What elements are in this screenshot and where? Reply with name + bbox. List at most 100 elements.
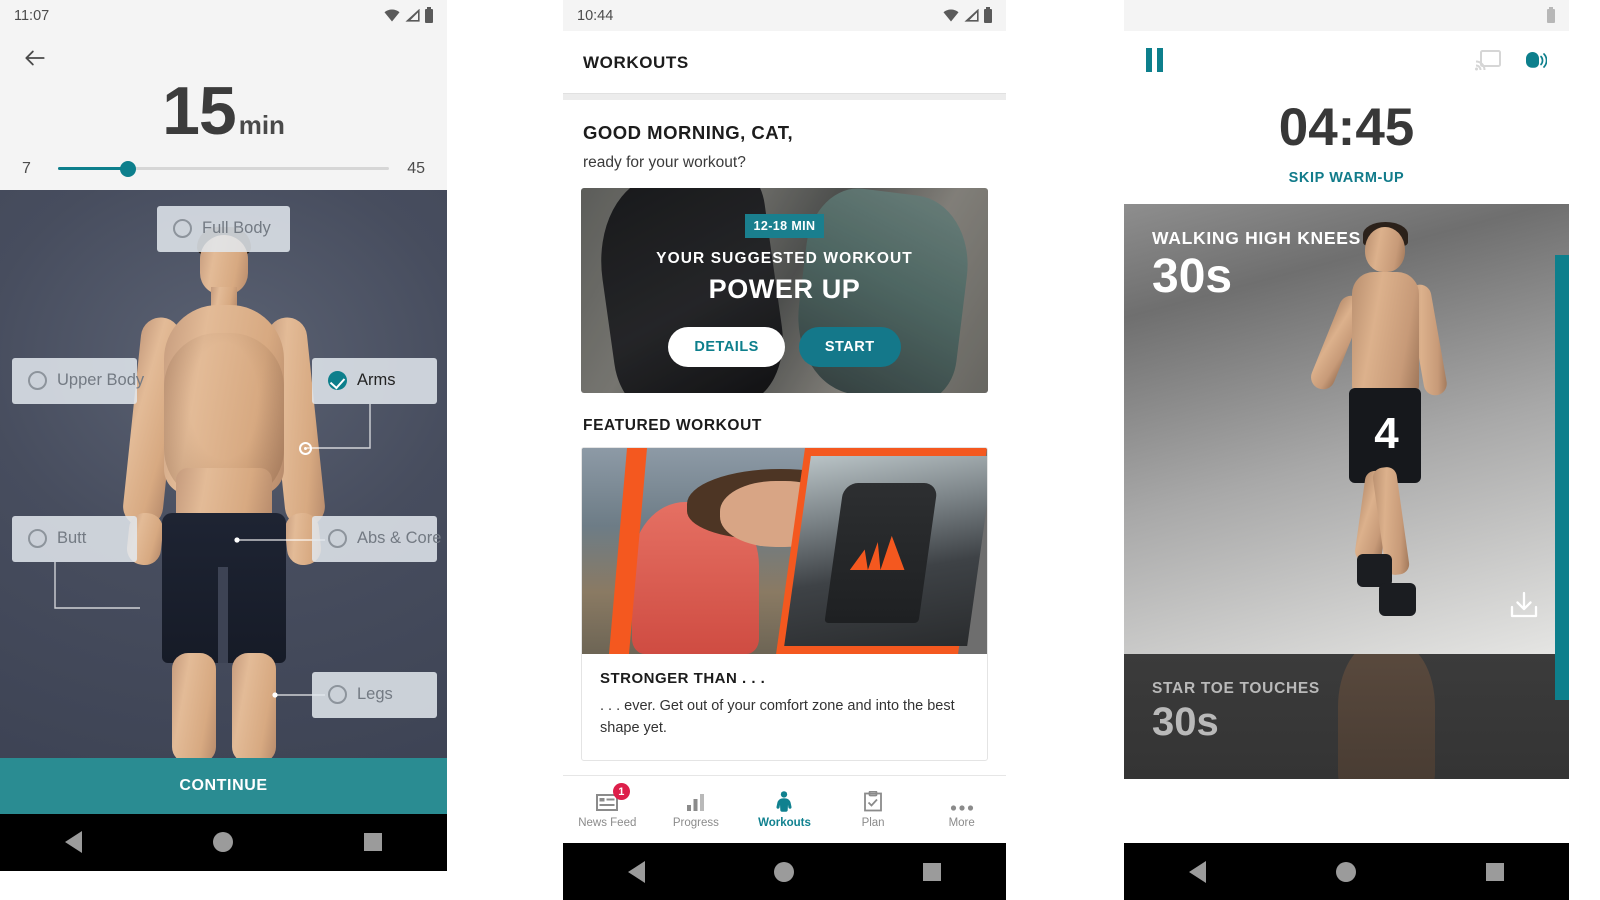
news-feed-icon: 1 [595,783,630,812]
signal-icon [964,9,979,22]
duration-unit: min [238,110,285,140]
duration-picker-header: 15 min 7 45 [0,31,447,190]
exercise-card-current[interactable]: 4 WALKING HIGH KNEES 30s [1124,204,1569,654]
player-toolbar [1124,31,1569,89]
workout-progress-bar [1555,255,1569,700]
tab-more[interactable]: More [917,790,1006,829]
bodypart-chip-legs[interactable]: Legs [312,671,437,718]
bodypart-label: Upper Body [57,371,145,390]
exercise-name: STAR TOE TOUCHES [1152,680,1320,697]
greeting-block: GOOD MORNING, CAT, ready for your workou… [563,100,1006,172]
section-divider [563,93,1006,100]
tab-workouts[interactable]: Workouts [740,790,829,829]
slider-fill [58,167,128,171]
wifi-icon [384,9,400,22]
battery-icon [984,6,992,23]
next-athlete-figure [1337,654,1436,779]
featured-photo-tank [823,482,939,623]
status-bar [1124,0,1569,31]
exercise-duration: 30s [1152,250,1233,303]
nav-home-icon[interactable] [1336,861,1356,882]
pause-icon[interactable] [1146,48,1163,72]
bodypart-label: Full Body [202,219,271,238]
check-circle-icon [328,371,347,391]
featured-photo-right [775,448,987,654]
back-button[interactable] [0,31,447,75]
skip-warmup-button[interactable]: SKIP WARM-UP [1124,170,1569,186]
exercise-list: 4 WALKING HIGH KNEES 30s STAR TOE TOUCHE… [1124,204,1569,779]
details-button[interactable]: DETAILS [668,327,785,367]
start-button[interactable]: START [798,327,901,367]
status-time: 10:44 [577,7,614,24]
continue-label: CONTINUE [179,776,268,794]
nav-home-icon[interactable] [773,861,794,882]
slider-thumb[interactable] [119,160,136,177]
nav-recents-icon[interactable] [923,862,942,881]
bodypart-label: Abs & Core [357,529,442,548]
radio-icon [28,371,47,391]
page-title: WORKOUTS [563,31,1006,93]
download-icon[interactable] [1507,591,1541,626]
greeting-title: GOOD MORNING, CAT, [583,122,794,143]
bodypart-chip-upper-body[interactable]: Upper Body [12,357,144,404]
status-bar: 11:07 [0,0,447,31]
nav-back-icon[interactable] [1189,860,1206,883]
tab-progress[interactable]: Progress [652,790,741,829]
bodypart-label: Arms [357,371,396,390]
bodypart-label: Legs [357,685,393,704]
battery-icon [1547,6,1555,23]
nav-home-icon[interactable] [212,832,233,853]
featured-photo-right-inner [784,456,987,646]
exercise-duration: 30s [1152,700,1219,744]
bodypart-chip-arms[interactable]: Arms [312,357,437,404]
nav-back-icon[interactable] [627,860,645,883]
bottom-tab-bar: 1 News Feed Progress Workouts Plan More [563,775,1006,843]
android-nav-bar [563,843,1006,900]
radio-icon [28,529,47,549]
suggested-superlabel: YOUR SUGGESTED WORKOUT [656,250,913,267]
arms-anchor-dot [299,441,312,455]
warmup-timer: 04:45 SKIP WARM-UP [1124,89,1569,204]
bodypart-chip-butt[interactable]: Butt [12,515,137,562]
athlete-torso [1351,272,1419,397]
greeting-subtitle: ready for your workout? [583,154,746,171]
continue-button[interactable]: CONTINUE [0,757,447,814]
tab-news-feed[interactable]: 1 News Feed [563,783,652,829]
duration-slider[interactable] [58,158,389,180]
back-arrow-icon [25,50,45,66]
bar-chart-icon [686,790,706,812]
rep-counter: 4 [1374,408,1399,458]
tab-label: Plan [861,817,885,829]
status-icons [384,6,433,23]
radio-icon [173,219,192,239]
duration-display: 15 min [0,75,447,158]
status-time: 11:07 [14,7,50,24]
exercise-overlay-current: WALKING HIGH KNEES 30s [1152,228,1361,301]
exercise-card-next[interactable]: STAR TOE TOUCHES 30s [1124,654,1569,779]
phone-screen-workouts: 10:44 WORKOUTS GOOD MORNING, CAT, ready … [563,0,1006,900]
duration-slider-row: 7 45 [0,158,447,180]
bodypart-label: Butt [57,529,87,548]
body-part-selector: Full Body Upper Body Arms Butt Abs & Cor… [0,189,447,758]
nav-recents-icon[interactable] [1486,862,1504,881]
duration-badge: 12-18 MIN [744,214,825,238]
tab-label: News Feed [578,817,637,829]
cast-icon[interactable] [1475,49,1501,71]
clipboard-check-icon [864,790,882,812]
battery-icon [425,6,433,23]
tab-plan[interactable]: Plan [829,790,918,829]
voice-coach-icon[interactable] [1523,50,1547,71]
nav-recents-icon[interactable] [363,833,382,852]
tab-label: Workouts [758,817,811,829]
exercise-overlay-next: STAR TOE TOUCHES 30s [1152,680,1320,742]
radio-icon [328,685,347,705]
timer-value: 04:45 [1278,98,1415,157]
suggested-workout-card[interactable]: 12-18 MIN YOUR SUGGESTED WORKOUT POWER U… [581,188,988,393]
screenshot-stage: 11:07 15 min 7 45 Full Body Upper Body A… [0,0,1600,900]
featured-card-body: STRONGER THAN . . . . . . ever. Get out … [582,654,987,760]
exercise-name: WALKING HIGH KNEES [1152,228,1361,248]
bodypart-chip-abs-core[interactable]: Abs & Core [312,515,441,562]
bodypart-chip-full-body[interactable]: Full Body [157,205,290,252]
nav-back-icon[interactable] [65,831,83,854]
featured-workout-card[interactable]: STRONGER THAN . . . . . . ever. Get out … [581,447,988,761]
